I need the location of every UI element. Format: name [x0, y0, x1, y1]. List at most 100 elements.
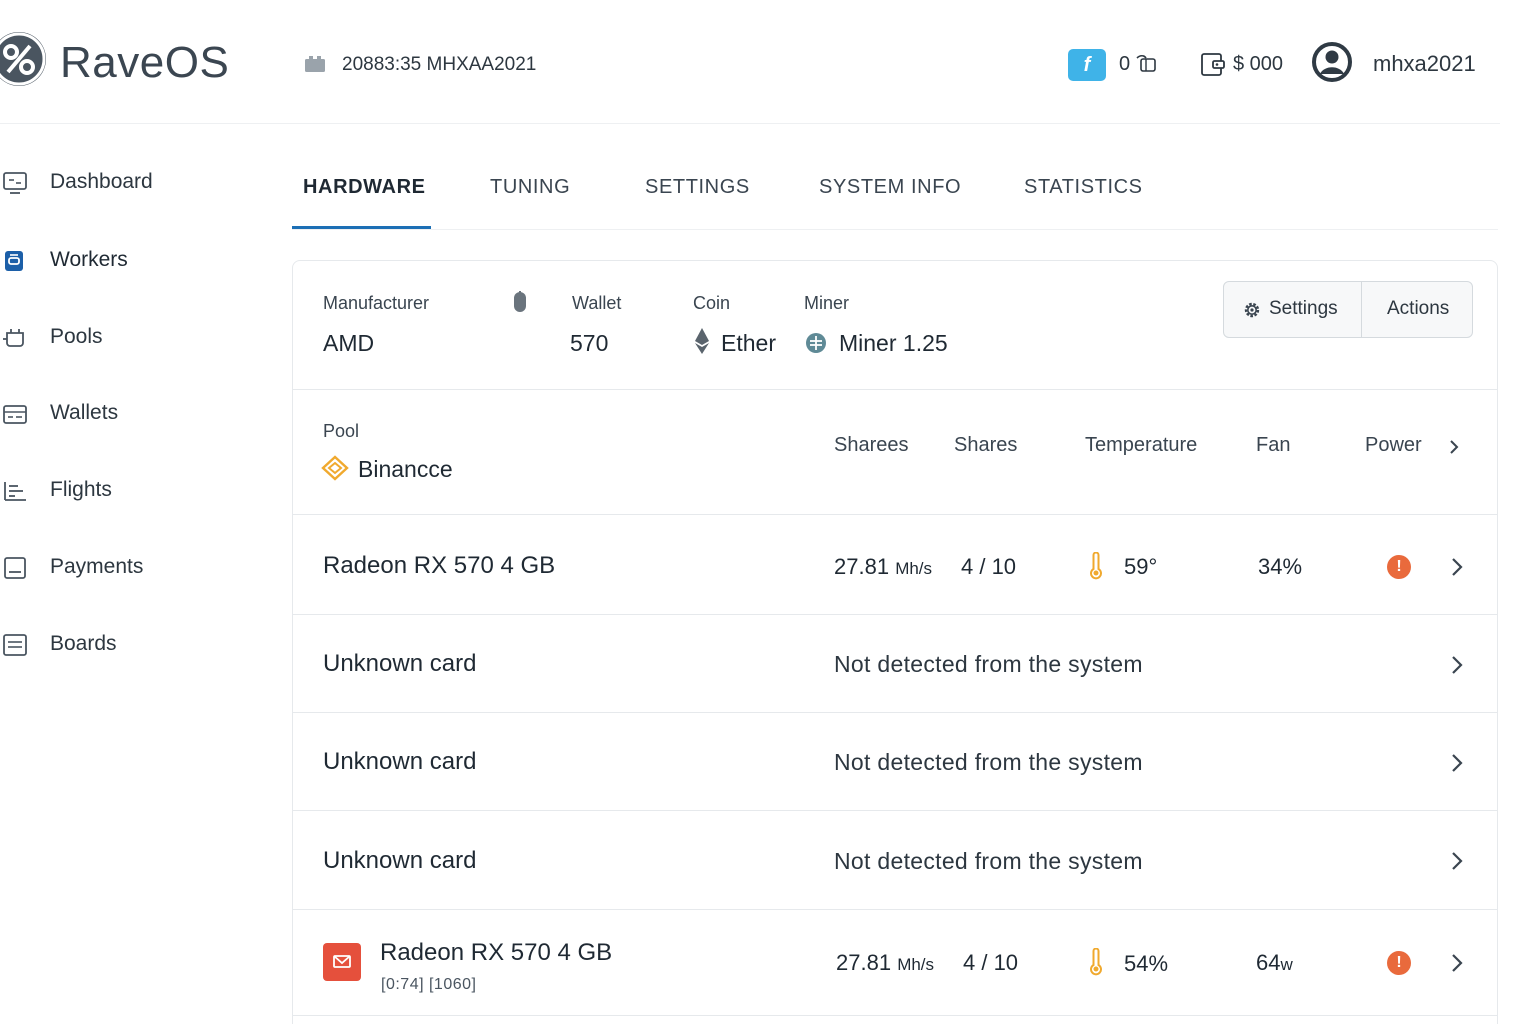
actions-button-label: Actions — [1387, 298, 1450, 319]
gpu-name: Unknown card — [323, 748, 477, 775]
monitor-icon — [3, 172, 27, 194]
divider — [293, 1015, 1497, 1016]
gpu-bus-id: [0:74] [1060] — [381, 976, 477, 993]
sidebar-item-label: Dashboard — [50, 170, 153, 193]
raveos-logo-icon — [0, 32, 46, 86]
mouse-icon — [514, 291, 526, 312]
tab-bar: HARDWARE TUNING SETTINGS SYSTEM INFO STA… — [292, 150, 1498, 230]
column-shares[interactable]: Shares — [954, 434, 1017, 457]
divider — [293, 389, 1497, 390]
tab-statistics[interactable]: STATISTICS — [1024, 176, 1143, 199]
sidebar-item-label: Workers — [50, 248, 128, 271]
miner-label: Miner — [804, 293, 850, 313]
column-power[interactable]: Power — [1365, 434, 1422, 457]
gpu-fan: 34% — [1258, 554, 1303, 579]
wallet-header-icon[interactable] — [1200, 51, 1226, 77]
sidebar-item-payments[interactable]: Payments — [0, 547, 260, 587]
actions-button[interactable]: Actions — [1363, 282, 1473, 337]
sidebar-item-label: Wallets — [50, 401, 119, 424]
worker-id: 20883:35 MHXAA2021 — [342, 54, 537, 75]
username[interactable]: mhxa2021 — [1373, 51, 1476, 77]
gpu-shares: 4 / 10 — [961, 554, 1017, 579]
brand-name: RaveOS — [60, 38, 230, 87]
divider — [293, 614, 1497, 615]
chevron-right-icon[interactable] — [1449, 439, 1459, 455]
coin-label: Coin — [693, 293, 731, 313]
miner-value: Miner 1.25 — [839, 330, 948, 356]
gpu-card-icon — [323, 943, 361, 981]
chevron-right-icon[interactable] — [1450, 556, 1464, 578]
sidebar-item-label: Flights — [50, 478, 112, 501]
divider — [293, 514, 1497, 515]
divider — [293, 909, 1497, 910]
gpu-name: Radeon RX 570 4 GB — [323, 552, 556, 579]
payments-icon — [4, 557, 26, 579]
sidebar-item-flights[interactable]: Flights — [0, 470, 260, 510]
thermometer-icon — [1090, 948, 1102, 976]
gpu-hashrate: 27.81 Mh/s — [834, 554, 933, 579]
column-fan[interactable]: Fan — [1256, 434, 1290, 457]
divider — [293, 810, 1497, 811]
pool-icon — [3, 329, 24, 347]
tab-settings[interactable]: SETTINGS — [645, 176, 750, 199]
worker-icon — [5, 251, 23, 271]
rig-icon — [305, 56, 325, 72]
binance-icon — [321, 455, 349, 481]
chevron-right-icon[interactable] — [1450, 654, 1464, 676]
flights-icon — [4, 482, 26, 501]
gpu-shares: 4 / 10 — [963, 950, 1019, 975]
warning-icon[interactable]: ! — [1387, 555, 1411, 579]
sidebar-item-label: Payments — [50, 555, 144, 578]
gpu-temperature: 54% — [1124, 951, 1169, 976]
gpu-name: Unknown card — [323, 847, 477, 874]
user-avatar-icon[interactable] — [1312, 42, 1352, 82]
manufacturer-value: AMD — [323, 330, 375, 356]
sidebar-item-label: Pools — [50, 325, 103, 348]
wallet-label: Wallet — [572, 293, 622, 313]
thermometer-icon — [1090, 552, 1102, 580]
ethereum-icon — [695, 328, 709, 354]
gpu-name: Radeon RX 570 4 GB — [380, 939, 613, 966]
tab-hardware[interactable]: HARDWARE — [303, 176, 426, 199]
sidebar-item-workers[interactable]: Workers — [0, 240, 260, 280]
wallet-icon — [3, 405, 27, 424]
flux-badge-icon[interactable]: f — [1068, 49, 1106, 81]
coin-value: Ether — [721, 330, 776, 356]
sidebar-item-dashboard[interactable]: Dashboard — [0, 162, 260, 202]
manufacturer-label: Manufacturer — [323, 293, 430, 313]
miner-icon — [806, 333, 826, 353]
gpu-name: Unknown card — [323, 650, 477, 677]
column-temperature[interactable]: Temperature — [1085, 434, 1197, 457]
settings-button[interactable]: Settings — [1224, 282, 1362, 337]
settings-button-label: Settings — [1269, 298, 1338, 319]
gpu-power: 64w — [1256, 950, 1293, 975]
gpu-status: Not detected from the system — [834, 651, 1143, 677]
top-header: RaveOS 20883:35 MHXAA2021 f 0 $ 000 mhxa… — [0, 0, 1500, 124]
active-tab-indicator — [292, 226, 431, 229]
account-balance: $ 000 — [1233, 53, 1284, 75]
coin-stack-icon — [1136, 54, 1156, 72]
card-button-group: Settings Actions — [1223, 281, 1473, 338]
gpu-temperature: 59° — [1124, 554, 1158, 579]
boards-icon — [3, 634, 27, 656]
gpu-status: Not detected from the system — [834, 848, 1143, 874]
sidebar-item-label: Boards — [50, 632, 117, 655]
pool-value: Binancce — [358, 456, 453, 482]
wallet-value: 570 — [570, 330, 609, 356]
tab-system-info[interactable]: SYSTEM INFO — [819, 176, 961, 199]
column-sharees[interactable]: Sharees — [834, 434, 909, 457]
chevron-right-icon[interactable] — [1450, 952, 1464, 974]
pool-label: Pool — [323, 421, 360, 441]
chevron-right-icon[interactable] — [1450, 850, 1464, 872]
flux-count: 0 — [1119, 53, 1131, 75]
gpu-hashrate: 27.81 Mh/s — [836, 950, 935, 975]
sidebar-item-pools[interactable]: Pools — [0, 317, 260, 357]
sidebar-item-wallets[interactable]: Wallets — [0, 393, 260, 433]
sidebar-item-boards[interactable]: Boards — [0, 624, 260, 664]
warning-icon[interactable]: ! — [1387, 951, 1411, 975]
chevron-right-icon[interactable] — [1450, 752, 1464, 774]
hardware-card: Manufacturer AMD Wallet 570 Coin Ether M… — [292, 260, 1498, 1024]
divider — [293, 712, 1497, 713]
tab-tuning[interactable]: TUNING — [490, 176, 570, 199]
gear-icon — [1244, 302, 1260, 318]
